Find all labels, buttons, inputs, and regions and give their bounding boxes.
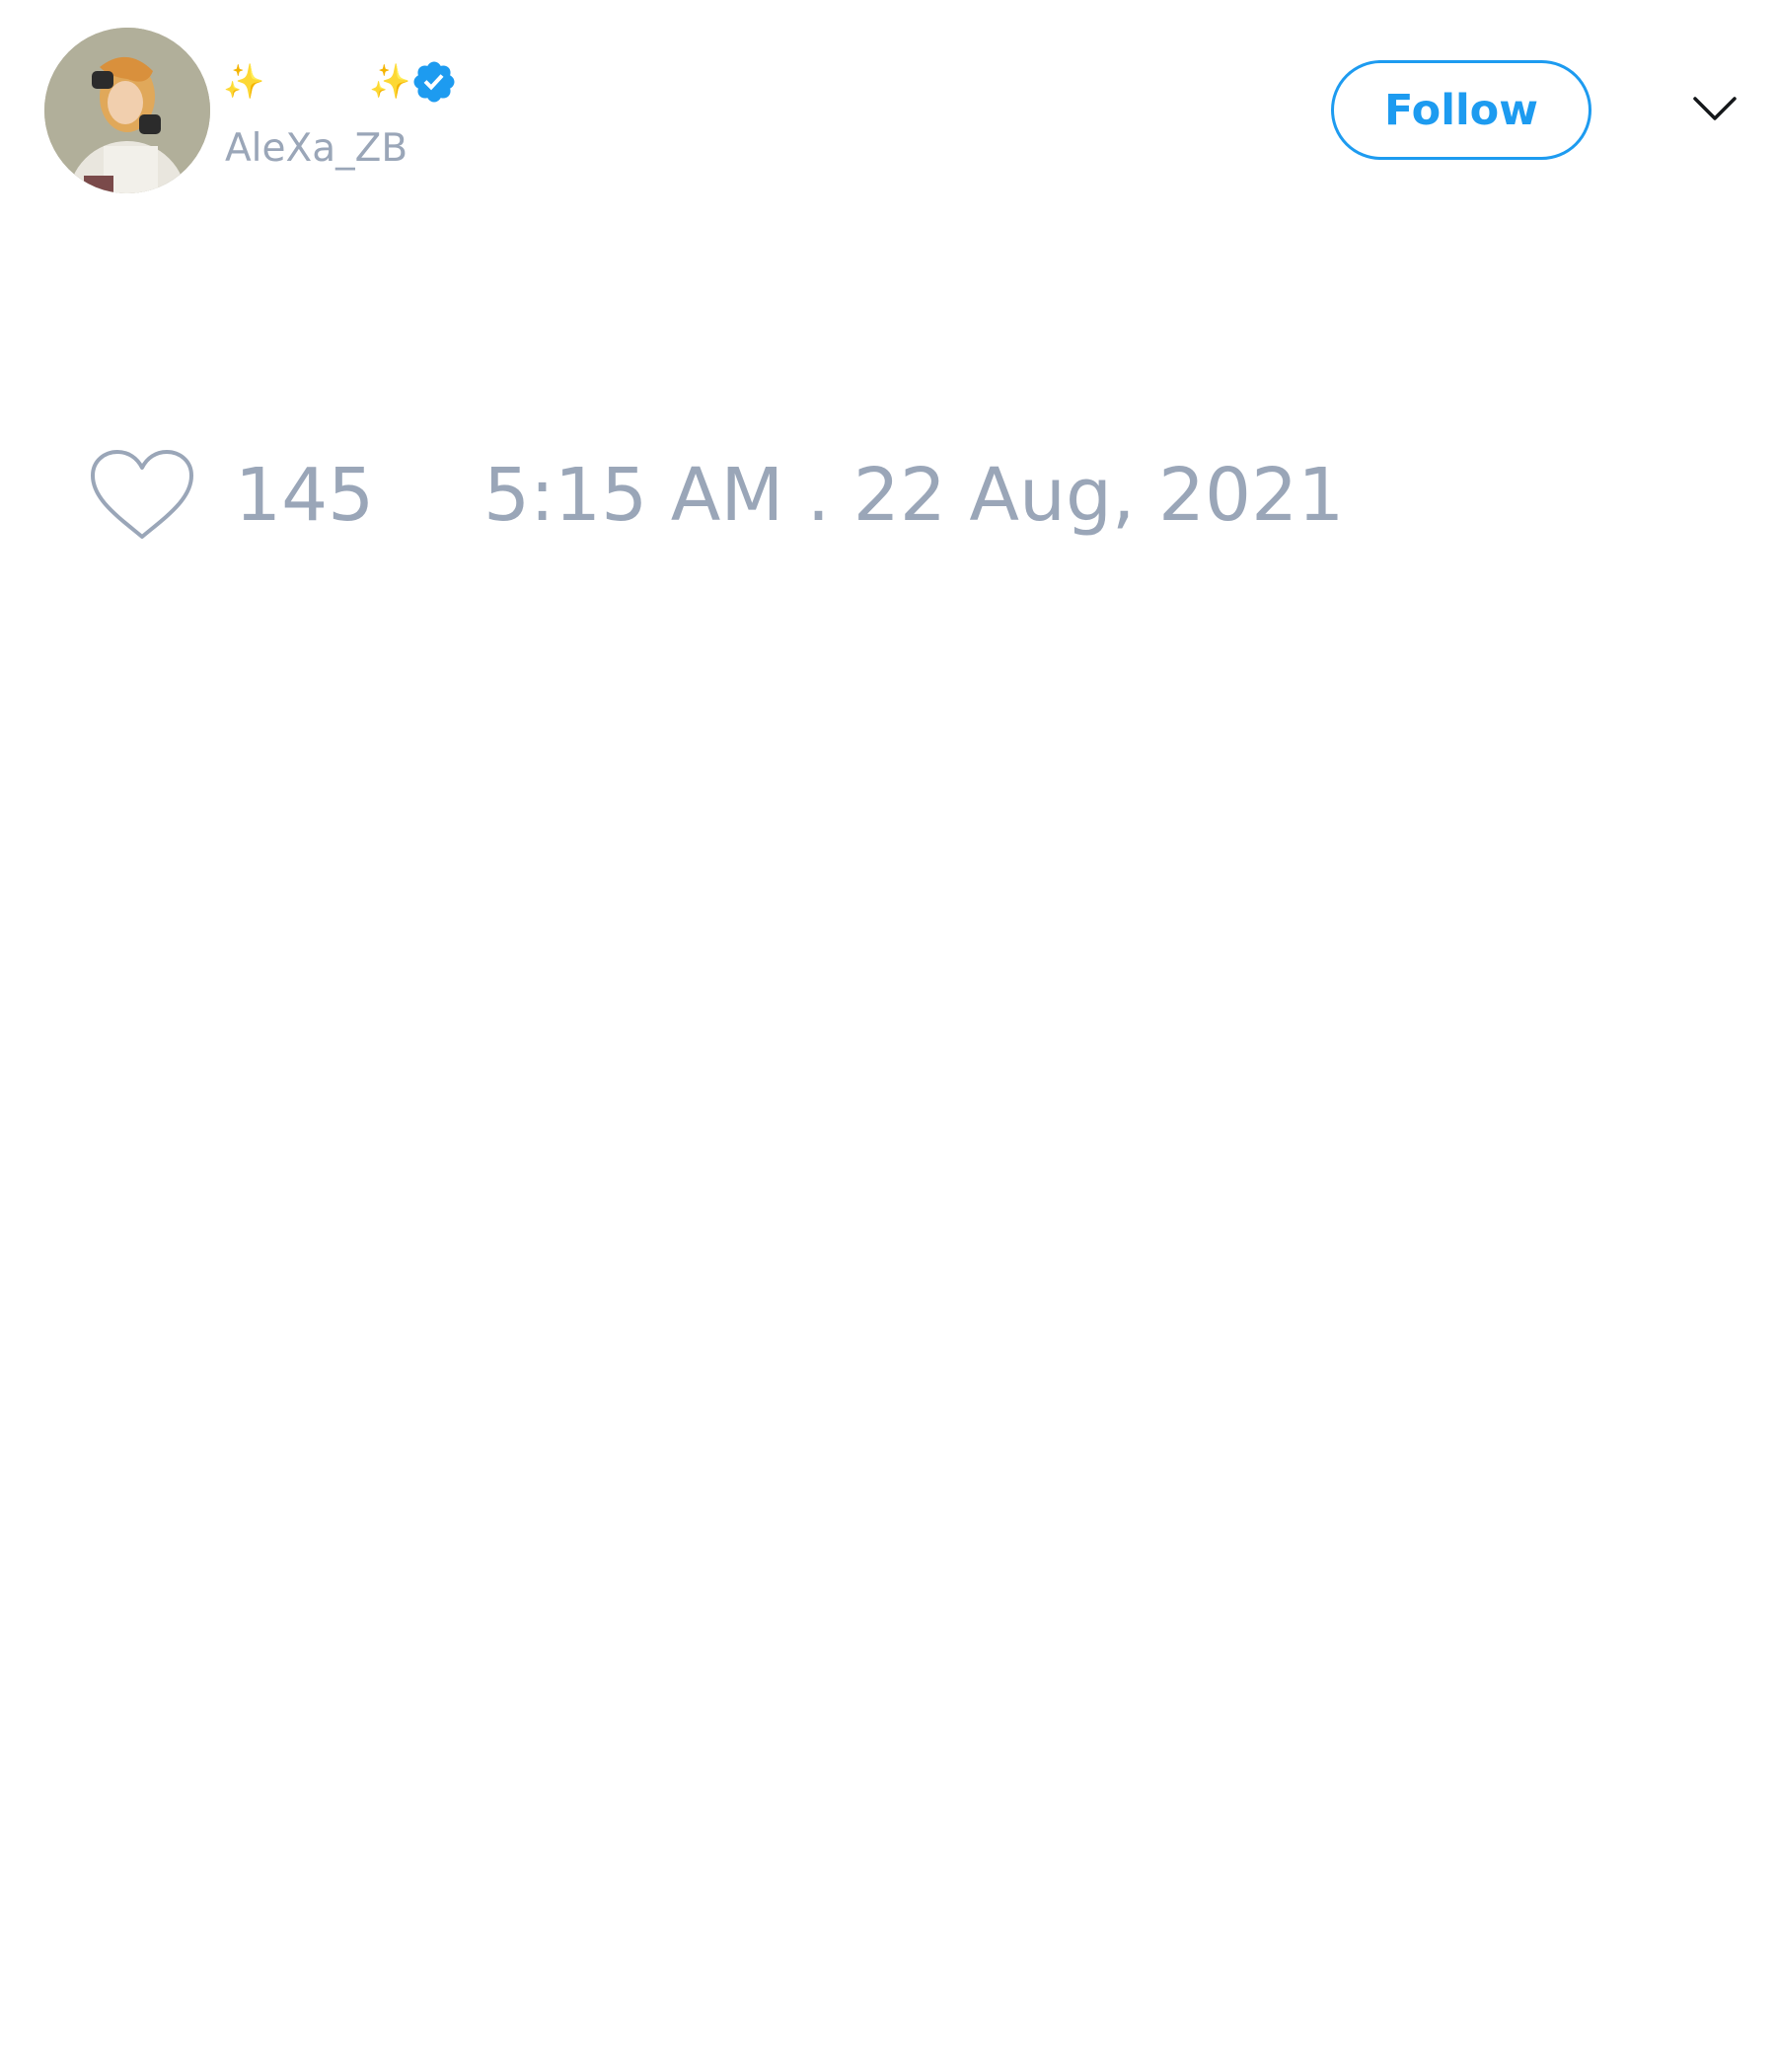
heart-icon[interactable] [89,448,195,543]
avatar[interactable] [44,28,210,193]
verified-badge-icon [410,58,458,106]
tweet-card: ✨ ✨ AleXa_ZB Follow 145 5:15 AM . 22 Aug… [0,0,1776,2072]
user-handle[interactable]: AleXa_ZB [225,126,407,171]
chevron-down-icon[interactable] [1691,89,1739,130]
sparkle-icon-right: ✨ [369,62,411,102]
tweet-timestamp[interactable]: 5:15 AM . 22 Aug, 2021 [483,453,1344,538]
tweet-footer: 145 5:15 AM . 22 Aug, 2021 [89,446,1344,545]
display-name[interactable]: ✨ ✨ [223,57,458,107]
avatar-image [44,28,210,193]
sparkle-icon-left: ✨ [223,62,265,102]
like-count: 145 [235,453,375,538]
follow-button[interactable]: Follow [1331,60,1591,160]
